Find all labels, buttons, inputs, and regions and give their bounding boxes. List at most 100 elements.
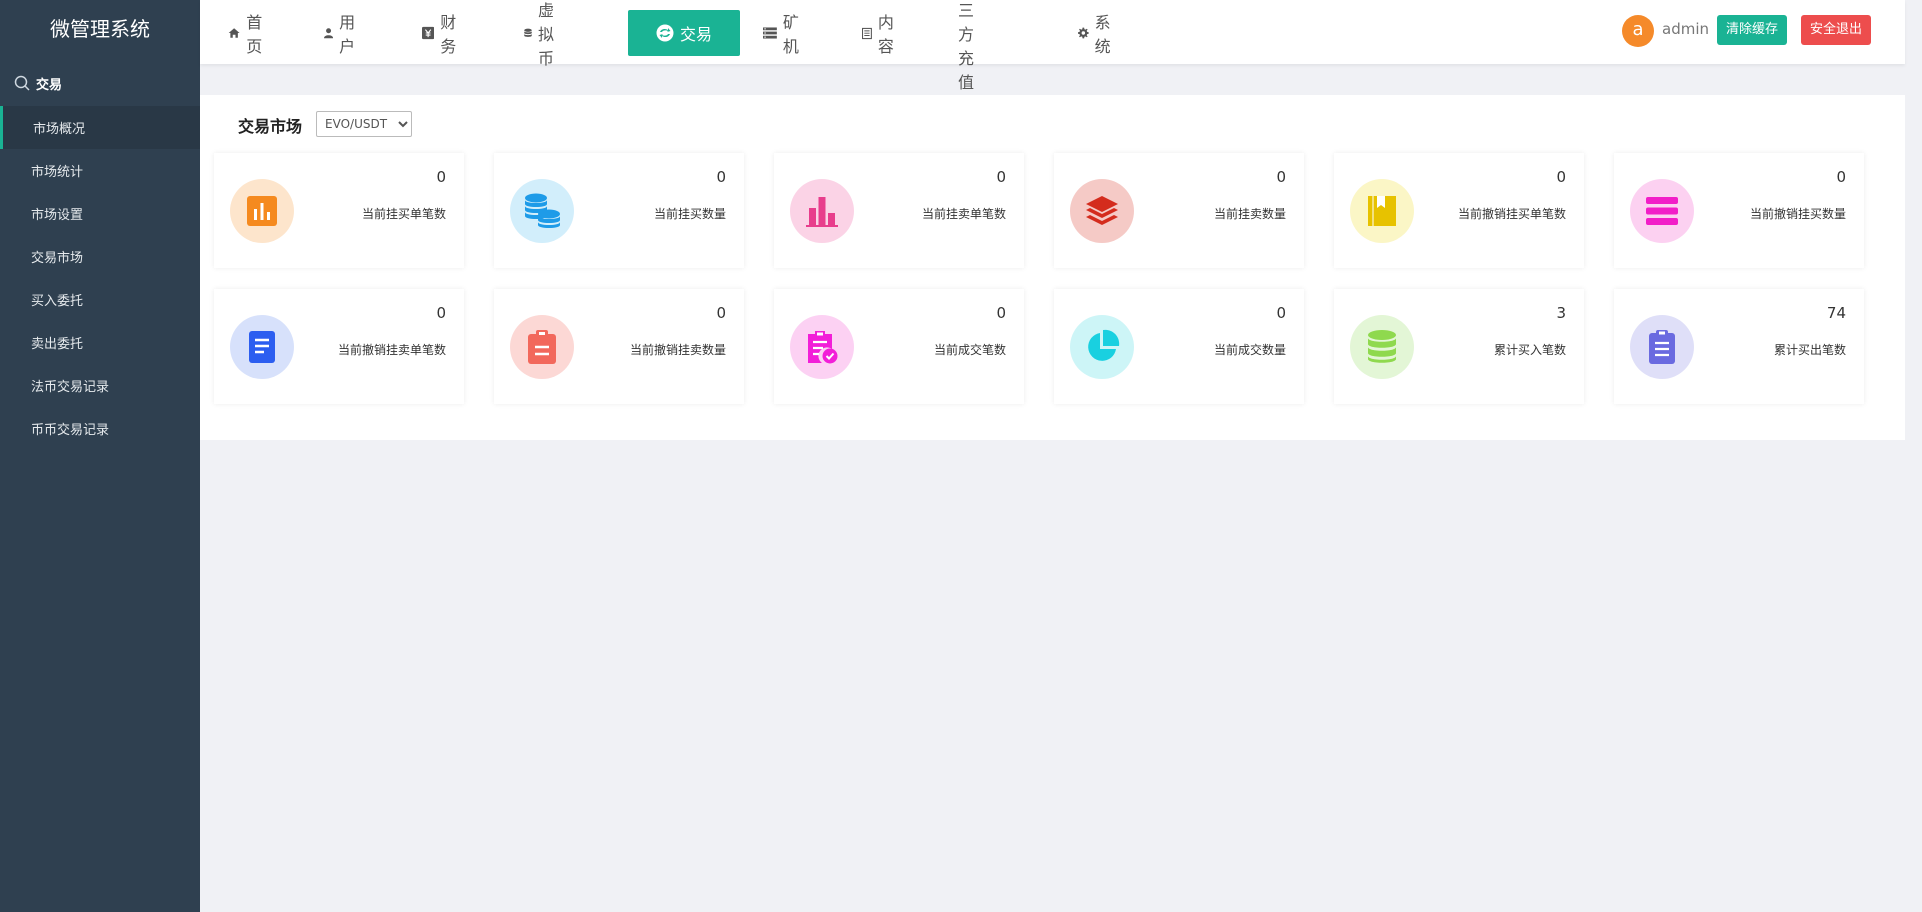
server-icon — [763, 27, 777, 39]
nav-item-label: 系统 — [1094, 13, 1111, 56]
sidebar: 微管理系统 交易 市场概况 市场统计 市场设置 交易市场 买入委托 卖出委托 法… — [0, 0, 200, 912]
stat-card-buy-quantity: 0 当前挂买数量 — [494, 153, 744, 268]
search-icon — [14, 75, 30, 91]
document-icon — [862, 27, 872, 39]
coins-icon — [525, 193, 560, 228]
column-chart-icon — [806, 197, 838, 227]
list-icon — [1646, 197, 1678, 225]
nav-item-label: 财务 — [440, 13, 457, 56]
stat-value: 0 — [1276, 304, 1286, 322]
file-icon — [249, 331, 275, 363]
sidebar-item-fiat-records[interactable]: 法币交易记录 — [0, 364, 200, 407]
clipboard-icon — [528, 330, 556, 364]
sidebar-item-label: 币币交易记录 — [31, 423, 110, 438]
avatar[interactable]: a — [1622, 15, 1654, 47]
exchange-icon — [656, 24, 674, 42]
nav-item-label: 矿机 — [782, 13, 799, 56]
stat-icon-circle — [1630, 315, 1694, 379]
stat-label: 当前挂买数量 — [653, 207, 726, 221]
stat-value: 0 — [1556, 168, 1566, 186]
stat-card-buy-orders: 0 当前挂买单笔数 — [214, 153, 464, 268]
sidebar-item-buy-orders[interactable]: 买入委托 — [0, 278, 200, 321]
nav-item-virtual-coin[interactable]: 虚拟币 — [524, 1, 562, 68]
stat-value: 0 — [716, 304, 726, 322]
finance-icon — [422, 26, 435, 40]
stat-card-total-buys: 3 累计买入笔数 — [1334, 289, 1584, 404]
nav-item-label: 虚拟币 — [538, 1, 555, 68]
stat-label: 当前成交笔数 — [933, 343, 1006, 357]
market-label: 交易市场 — [238, 117, 303, 136]
stat-label: 当前成交数量 — [1213, 343, 1286, 357]
database-stack-icon — [1368, 330, 1396, 363]
stat-card-cancel-buy-quantity: 0 当前撤销挂买数量 — [1614, 153, 1864, 268]
sidebar-item-sell-orders[interactable]: 卖出委托 — [0, 321, 200, 364]
sidebar-item-label: 买入委托 — [31, 294, 84, 309]
nav-item-content[interactable]: 内容 — [862, 10, 899, 56]
stat-icon-circle — [230, 315, 294, 379]
nav-item-label: 内容 — [877, 13, 894, 56]
user-icon — [324, 28, 334, 39]
logout-button[interactable]: 安全退出 — [1801, 15, 1872, 45]
stat-icon-circle — [1070, 315, 1134, 379]
stat-card-cancel-buy-orders: 0 当前撤销挂买单笔数 — [1334, 153, 1584, 268]
stat-label: 当前撤销挂买数量 — [1749, 207, 1846, 221]
nav-item-system[interactable]: 系统 — [1078, 10, 1116, 56]
home-icon — [228, 28, 240, 38]
sidebar-item-market-overview[interactable]: 市场概况 — [0, 106, 200, 149]
stat-label: 当前挂卖单笔数 — [921, 207, 1006, 221]
sidebar-section-trade[interactable]: 交易 — [0, 60, 200, 106]
stat-label: 累计买出笔数 — [1773, 343, 1846, 357]
app-title: 微管理系统 — [50, 17, 150, 41]
sidebar-item-label: 市场概况 — [33, 122, 86, 137]
sidebar-item-market-stats[interactable]: 市场统计 — [0, 149, 200, 192]
stat-value: 0 — [716, 168, 726, 186]
nav-item-mining[interactable]: 矿机 — [763, 10, 805, 56]
clear-cache-button[interactable]: 清除缓存 — [1717, 15, 1788, 45]
notepad-icon — [1649, 330, 1675, 364]
stat-icon-circle — [1070, 179, 1134, 243]
nav-item-finance[interactable]: 财务 — [422, 10, 462, 56]
nav-item-label: 交易 — [679, 25, 712, 44]
stat-label: 累计买入笔数 — [1493, 343, 1566, 357]
stat-card-deals-quantity: 0 当前成交数量 — [1054, 289, 1304, 404]
stat-card-cancel-sell-orders: 0 当前撤销挂卖单笔数 — [214, 289, 464, 404]
stat-label: 当前挂卖数量 — [1213, 207, 1286, 221]
username[interactable]: admin — [1662, 20, 1709, 38]
pie-chart-icon — [1088, 329, 1120, 361]
stat-value: 74 — [1826, 304, 1846, 322]
book-icon — [1368, 196, 1396, 226]
nav-item-users[interactable]: 用户 — [324, 10, 360, 56]
stat-value: 0 — [996, 168, 1006, 186]
sidebar-item-label: 卖出委托 — [31, 337, 84, 352]
database-icon — [524, 28, 532, 37]
stat-card-deals-count: 0 当前成交笔数 — [774, 289, 1024, 404]
stat-card-sell-quantity: 0 当前挂卖数量 — [1054, 153, 1304, 268]
nav-item-label: 首页 — [246, 13, 263, 56]
stat-card-cancel-sell-quantity: 0 当前撤销挂卖数量 — [494, 289, 744, 404]
stat-value: 0 — [996, 304, 1006, 322]
stat-value: 0 — [436, 168, 446, 186]
stat-value: 0 — [1836, 168, 1846, 186]
sidebar-item-coin-records[interactable]: 币币交易记录 — [0, 407, 200, 450]
stat-icon-circle — [510, 179, 574, 243]
stat-value: 0 — [436, 304, 446, 322]
stat-icon-circle — [230, 179, 294, 243]
stat-icon-circle — [790, 179, 854, 243]
stat-icon-circle — [1630, 179, 1694, 243]
nav-item-label: 用户 — [339, 13, 356, 56]
sidebar-section-label: 交易 — [36, 77, 63, 93]
nav-item-third-party-recharge[interactable]: 第三方充值 — [958, 1, 974, 92]
market-select[interactable]: EVO/USDT — [316, 111, 412, 137]
nav-item-home[interactable]: 首页 — [228, 10, 268, 56]
stat-label: 当前撤销挂买单笔数 — [1457, 207, 1566, 221]
stat-value: 0 — [1276, 168, 1286, 186]
sidebar-item-label: 法币交易记录 — [31, 380, 110, 395]
stat-card-total-sells: 74 累计买出笔数 — [1614, 289, 1864, 404]
stat-icon-circle — [1350, 179, 1414, 243]
nav-item-trade[interactable]: 交易 — [628, 10, 740, 56]
sidebar-item-market-settings[interactable]: 市场设置 — [0, 192, 200, 235]
sidebar-item-label: 市场统计 — [31, 165, 84, 180]
sidebar-item-label: 交易市场 — [31, 251, 84, 266]
stat-label: 当前挂买单笔数 — [361, 207, 446, 221]
sidebar-item-trade-market[interactable]: 交易市场 — [0, 235, 200, 278]
